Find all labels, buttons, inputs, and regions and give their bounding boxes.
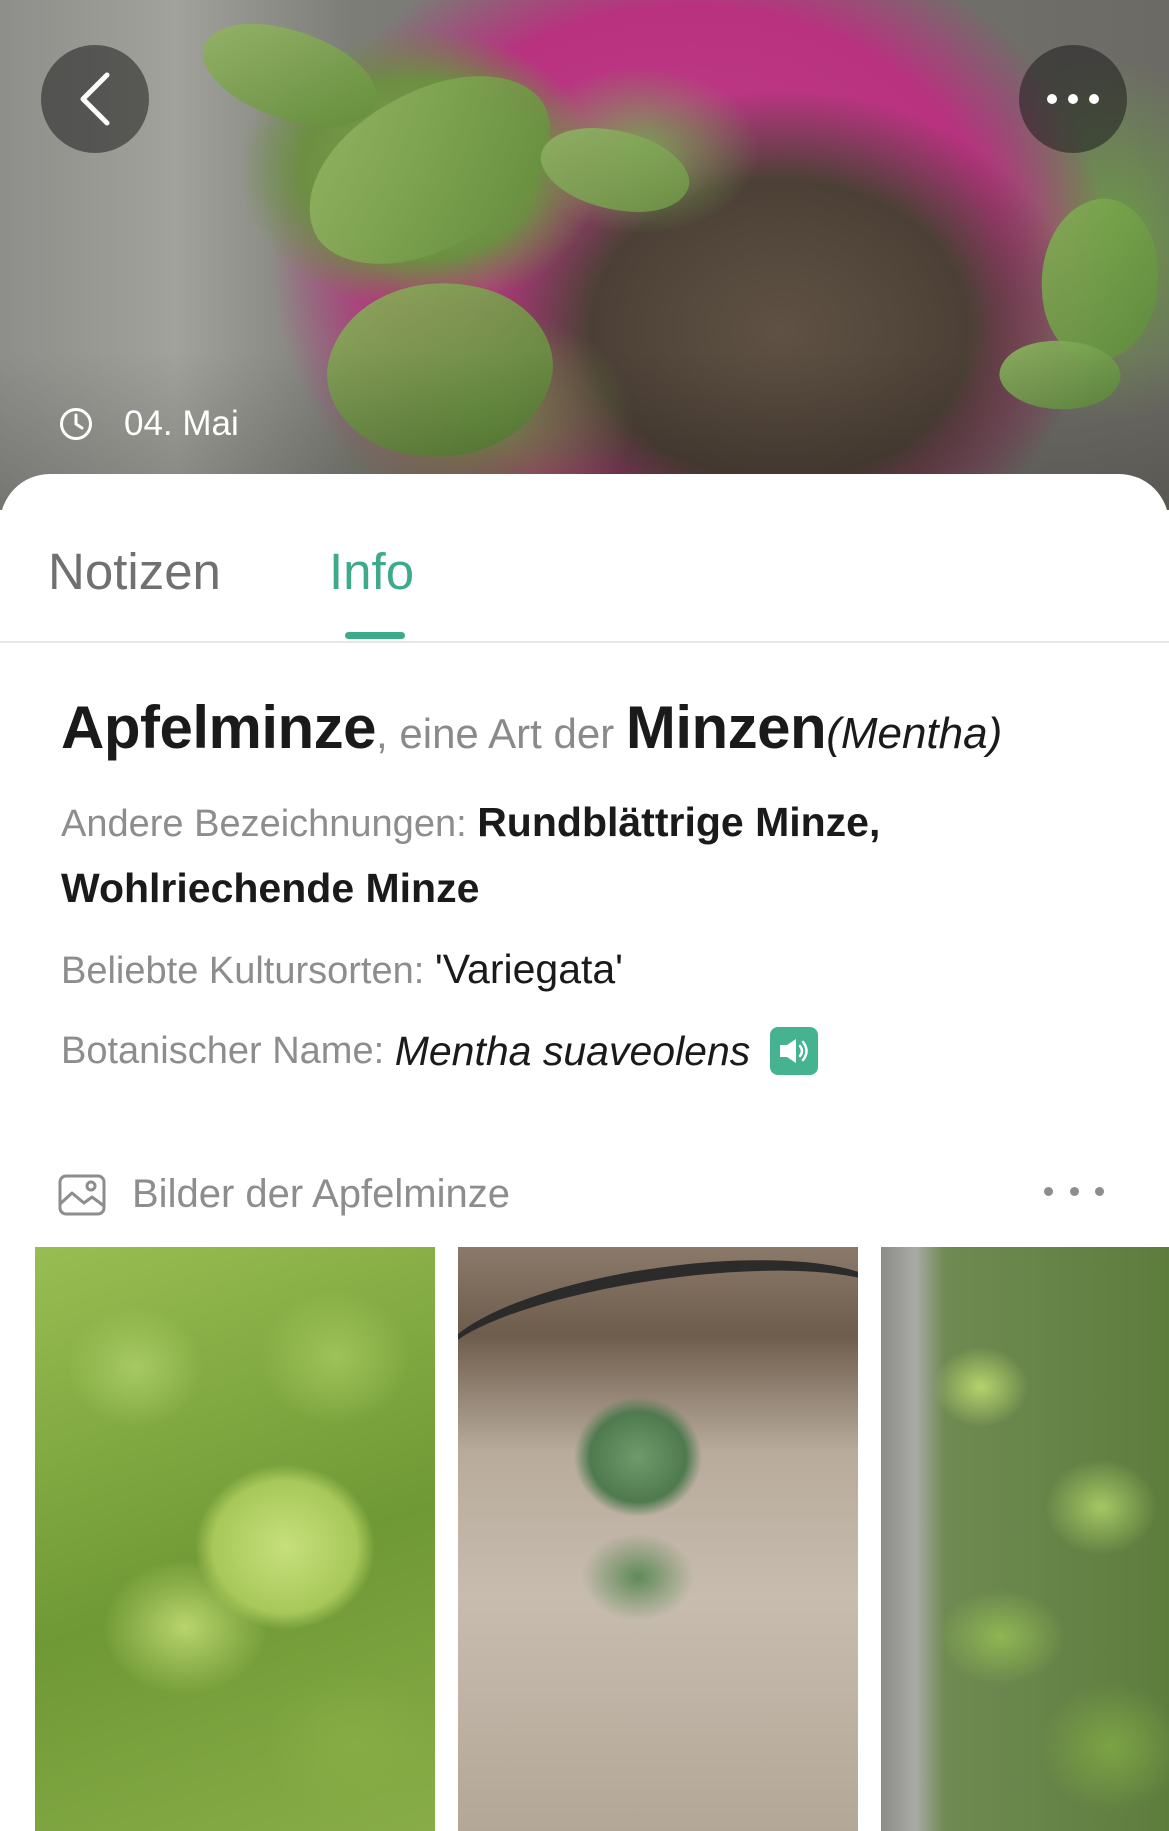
gallery-thumbnail-1[interactable] <box>35 1247 435 1831</box>
more-dots-icon <box>1047 94 1099 104</box>
speaker-icon <box>780 1039 809 1063</box>
more-dots-icon <box>1044 1186 1053 1196</box>
cultivars-label: Beliebte Kultursorten: <box>61 950 435 992</box>
date-text: 04. Mai <box>124 404 239 443</box>
header-photo: 04. Mai <box>0 0 1169 510</box>
tab-notes[interactable]: Notizen <box>48 542 221 601</box>
gallery-title: Bilder der Apfelminze <box>132 1172 510 1216</box>
more-options-button[interactable] <box>1019 45 1127 153</box>
clock-icon <box>60 408 92 440</box>
botanical-name-row: Botanischer Name: Mentha suaveolens <box>61 1027 819 1075</box>
genus-name[interactable]: Minzen <box>626 694 827 761</box>
tab-bar: Notizen Info <box>0 474 1169 643</box>
pronunciation-button[interactable] <box>770 1027 819 1075</box>
botanical-name-value: Mentha suaveolens <box>394 1027 751 1074</box>
other-names-row: Andere Bezeichnungen: Rundblättrige Minz… <box>61 794 1101 926</box>
other-names-label: Andere Bezeichnungen: <box>61 803 478 845</box>
cultivars-row: Beliebte Kultursorten: 'Variegata' <box>61 946 623 993</box>
detail-sheet: Notizen Info Apfelminze, eine Art der Mi… <box>0 474 1169 1831</box>
image-icon <box>58 1174 106 1215</box>
cultivars-value: 'Variegata' <box>434 946 624 992</box>
chevron-left-icon <box>80 72 110 126</box>
back-button[interactable] <box>41 45 149 153</box>
gallery-thumbnail-3[interactable] <box>881 1247 1169 1831</box>
plant-title: Apfelminze, eine Art der Minzen(Mentha) <box>61 693 1002 762</box>
photo-date: 04. Mai <box>58 404 239 444</box>
gallery-more-button[interactable] <box>1044 1176 1104 1206</box>
species-connector: , eine Art der <box>376 710 626 757</box>
genus-latin: (Mentha) <box>826 709 1003 758</box>
gallery-thumbnail-2[interactable] <box>458 1247 858 1831</box>
tab-info[interactable]: Info <box>329 542 414 601</box>
plant-name: Apfelminze <box>61 694 377 761</box>
botanical-label: Botanischer Name: <box>61 1029 395 1072</box>
gallery-header: Bilder der Apfelminze <box>58 1172 510 1217</box>
active-tab-indicator <box>345 632 405 639</box>
